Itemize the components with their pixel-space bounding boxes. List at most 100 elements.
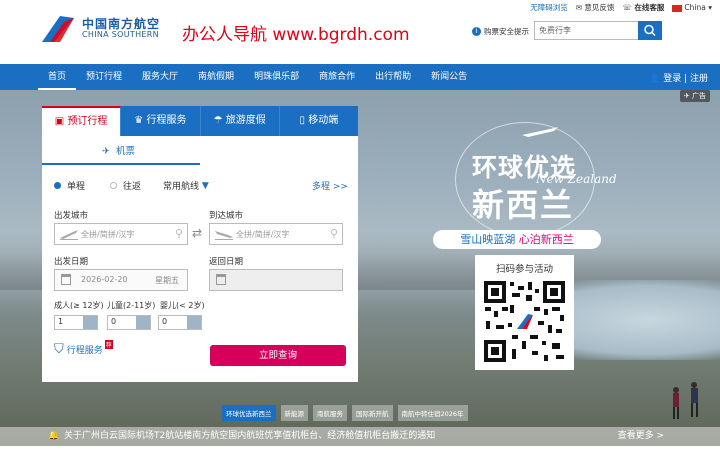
radio-unchecked-icon [110, 182, 117, 189]
hikers-image [673, 382, 698, 419]
china-flag-icon [672, 4, 683, 12]
oneway-radio[interactable]: 单程 [54, 179, 85, 192]
tab-mobile-label: 移动端 [308, 115, 339, 126]
promo-banner[interactable]: 雪山映蓝湖 心泊新西兰 [433, 230, 601, 249]
recommend-badge: 荐 [104, 340, 113, 349]
accessible-link[interactable]: 无障碍浏览 [530, 2, 568, 13]
mobile-icon: ▯ [299, 115, 306, 126]
nav-help[interactable]: 出行帮助 [365, 64, 421, 90]
multi-city-link[interactable]: 多程 >> [312, 179, 348, 192]
infant-value: 0 [162, 317, 168, 326]
oneway-label: 单程 [67, 182, 86, 192]
airplane-icon: ✈ [102, 146, 110, 157]
safety-tip[interactable]: i 购票安全提示 [472, 26, 529, 37]
kapok-logo-icon [42, 16, 74, 42]
notice-bar[interactable]: 🔔 关于广州白云国际机场T2航站楼南方航空国内航班优享值机柜台、经济舱值机柜台搬迁… [0, 427, 720, 446]
adult-label: 成人(≥ 12岁) [54, 301, 104, 310]
register-link[interactable]: 注册 [690, 74, 708, 84]
feedback-link[interactable]: ✉ 意见反馈 [576, 2, 615, 13]
nav-news[interactable]: 新闻公告 [421, 64, 477, 90]
child-label: 儿童(2-11岁) [107, 301, 156, 310]
carousel-chip[interactable]: 南航服务 [313, 405, 347, 421]
carousel-chip[interactable]: 南航中转住宿2026年 [397, 405, 468, 421]
carousel-chip[interactable]: 环球优选新西兰 [222, 405, 276, 421]
country-label: China [684, 3, 706, 12]
umbrella-icon: ☂ [213, 115, 223, 126]
tab-holiday[interactable]: ☂ 旅游度假 [201, 106, 280, 136]
nav-home[interactable]: 首页 [38, 64, 77, 90]
carousel-indicators: 环球优选新西兰 新能源 南航服务 国际新开航 南航中转住宿2026年 [222, 405, 468, 421]
roundtrip-radio[interactable]: 往返 [110, 179, 141, 192]
ad-badge: ✈ 广告 [679, 90, 710, 102]
search-button[interactable] [638, 21, 662, 40]
carousel-chip[interactable]: 新能源 [280, 405, 308, 421]
nav-booking[interactable]: 预订行程 [76, 64, 132, 90]
depart-weekday: 星期五 [155, 276, 179, 285]
online-service-link[interactable]: ☏ 在线客服 [622, 2, 664, 13]
see-more-link[interactable]: 查看更多 > [618, 427, 664, 446]
header: 中国南方航空 CHINA SOUTHERN 办公人导航 www.bgrdh.co… [0, 0, 720, 64]
user-icon: 👤 [649, 74, 661, 84]
subtab-flight[interactable]: ✈ 机票 [102, 143, 135, 157]
nav-holiday[interactable]: 南航假期 [188, 64, 244, 90]
depart-date-value: 2026-02-20 [81, 275, 128, 284]
from-city-input[interactable]: 全拼/简拼/汉字 ⚲ [54, 223, 188, 245]
chevron-down-icon [187, 316, 201, 329]
feedback-label: 意见反馈 [584, 3, 615, 12]
booking-panel: ▣ 预订行程 ♛ 行程服务 ☂ 旅游度假 ▯ 移动端 ✈ 机票 单程 往返 常用… [42, 106, 358, 382]
depart-date-input[interactable]: 2026-02-20 星期五 [54, 269, 188, 291]
promo-title-2: 新西兰 [472, 186, 575, 224]
tab-mobile[interactable]: ▯ 移动端 [280, 106, 358, 136]
booking-tabs: ▣ 预订行程 ♛ 行程服务 ☂ 旅游度假 ▯ 移动端 [42, 106, 358, 136]
trip-service-label: 行程服务 [66, 346, 103, 356]
nav-business[interactable]: 商旅合作 [309, 64, 365, 90]
infant-select[interactable]: 0 [158, 315, 202, 330]
tab-booking[interactable]: ▣ 预订行程 [42, 106, 122, 136]
caret-down-icon: ▼ [201, 180, 209, 191]
from-city-placeholder: 全拼/简拼/汉字 [81, 230, 135, 239]
login-link[interactable]: 登录 [663, 74, 681, 84]
carousel-chip[interactable]: 国际新开航 [352, 405, 393, 421]
suitcase-icon: ▣ [54, 116, 65, 127]
chevron-down-icon [83, 316, 97, 329]
return-date-input[interactable] [209, 269, 343, 291]
tab-trip-service[interactable]: ♛ 行程服务 [121, 106, 201, 136]
top-links: 无障碍浏览 ✉ 意见反馈 ☏ 在线客服 China ▾ [530, 2, 712, 13]
search-flights-button[interactable]: 立即查询 [210, 345, 346, 366]
child-select[interactable]: 0 [107, 315, 151, 330]
calendar-icon [61, 274, 71, 285]
landing-icon [215, 231, 233, 240]
promo-title-en: New Zealand [536, 172, 617, 186]
radio-checked-icon [54, 182, 61, 189]
country-selector[interactable]: China ▾ [672, 3, 712, 12]
qr-label: 扫码参与活动 [495, 264, 553, 275]
promo-banner-pink: 心泊新西兰 [518, 233, 574, 246]
tab-trip-service-label: 行程服务 [146, 115, 187, 126]
swap-cities-icon[interactable]: ⇄ [192, 226, 202, 240]
to-city-input[interactable]: 全拼/简拼/汉字 ⚲ [209, 223, 343, 245]
chevron-down-icon [136, 316, 150, 329]
notice-text: 关于广州白云国际机场T2航站楼南方航空国内航班优享值机柜台、经济舱值机柜台搬迁的… [64, 431, 436, 441]
depart-date-label: 出发日期 [54, 257, 89, 267]
qr-card[interactable]: 扫码参与活动 [475, 255, 574, 370]
search-icon [644, 24, 656, 37]
trip-service-link[interactable]: ⛉ 行程服务荐 [54, 340, 113, 357]
footer-strip [0, 446, 720, 452]
location-pin-icon: ⚲ [174, 227, 183, 240]
logo[interactable]: 中国南方航空 CHINA SOUTHERN [40, 14, 160, 44]
service-icon: ♛ [134, 115, 144, 126]
roundtrip-label: 往返 [123, 182, 142, 192]
location-pin-icon: ⚲ [329, 227, 338, 240]
common-routes-label: 常用航线 [163, 182, 200, 192]
nav-service-hall[interactable]: 服务大厅 [132, 64, 188, 90]
service-label: 在线客服 [634, 3, 665, 12]
common-routes-dropdown[interactable]: 常用航线 ▼ [163, 179, 209, 193]
to-city-label: 到达城市 [209, 211, 244, 221]
watermark: 办公人导航 www.bgrdh.com [182, 25, 410, 45]
nav-pearl-club[interactable]: 明珠俱乐部 [244, 64, 309, 90]
infant-label: 婴儿(< 2岁) [160, 301, 205, 310]
adult-select[interactable]: 1 [54, 315, 98, 330]
login-area: 👤 登录 | 注册 [649, 74, 708, 84]
qr-code-icon [482, 279, 567, 364]
tab-holiday-label: 旅游度假 [225, 115, 266, 126]
